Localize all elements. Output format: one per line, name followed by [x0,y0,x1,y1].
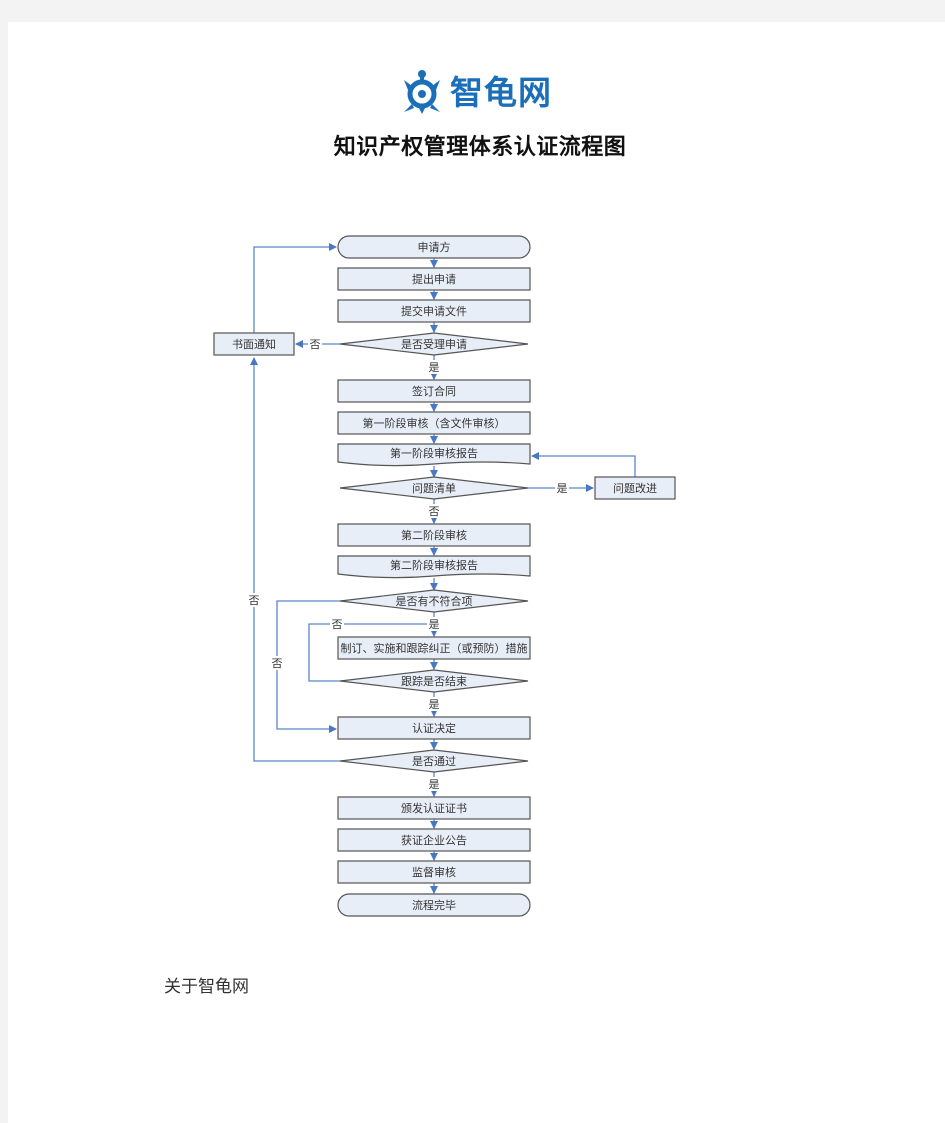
edge-label-pass-yes: 是 [429,778,440,791]
node-nonconformity-label: 是否有不符合项 [396,594,473,608]
node-issue-improve-label: 问题改进 [613,481,657,495]
edge-label-nonconf-no: 否 [272,657,283,670]
node-surveillance-label: 监督审核 [412,865,456,879]
node-submit-documents-label: 提交申请文件 [401,304,467,318]
edge-label-accept-yes: 是 [429,361,440,374]
edge-label-nonconf-yes: 是 [429,618,440,631]
certification-flowchart: 申请方 提出申请 提交申请文件 是否受理申请 书面通知 签订合同 第一阶段审核（… [213,235,676,917]
edge-notice-applicant [253,243,337,333]
about-link[interactable]: 关于智龟网 [164,972,249,997]
node-announcement-label: 获证企业公告 [401,833,467,847]
node-cert-decision-label: 认证决定 [412,721,456,735]
node-issue-list-label: 问题清单 [412,482,456,495]
node-written-notice-label: 书面通知 [232,337,276,351]
edge-label-tracking-no: 否 [332,618,343,631]
edge-label-tracking-yes: 是 [429,698,440,711]
node-stage1-report-label: 第一阶段审核报告 [390,446,478,460]
node-end-label: 流程完毕 [412,898,456,912]
node-applicant-label: 申请方 [418,240,451,254]
node-pass-decision-label: 是否通过 [412,755,456,768]
edge-label-issuelist-no: 否 [429,505,440,518]
node-issue-certificate-label: 颁发认证证书 [401,801,467,815]
edge-label-accept-no: 否 [310,338,321,351]
node-submit-application-label: 提出申请 [412,272,456,286]
edge-label-pass-no: 否 [249,594,260,607]
node-stage2-audit-label: 第二阶段审核 [401,528,467,542]
edge-improve-report [531,452,636,477]
node-stage2-report-label: 第二阶段审核报告 [390,558,478,572]
edge-label-issuelist-yes: 是 [557,482,568,495]
node-accept-decision-label: 是否受理申请 [401,338,467,351]
node-corrective-action-label: 制订、实施和跟踪纠正（或预防）措施 [341,641,528,655]
node-tracking-done-label: 跟踪是否结束 [401,674,467,688]
node-sign-contract-label: 签订合同 [412,384,456,398]
edge-pass-no-notice [250,357,340,762]
node-stage1-audit-label: 第一阶段审核（含文件审核） [363,416,506,430]
